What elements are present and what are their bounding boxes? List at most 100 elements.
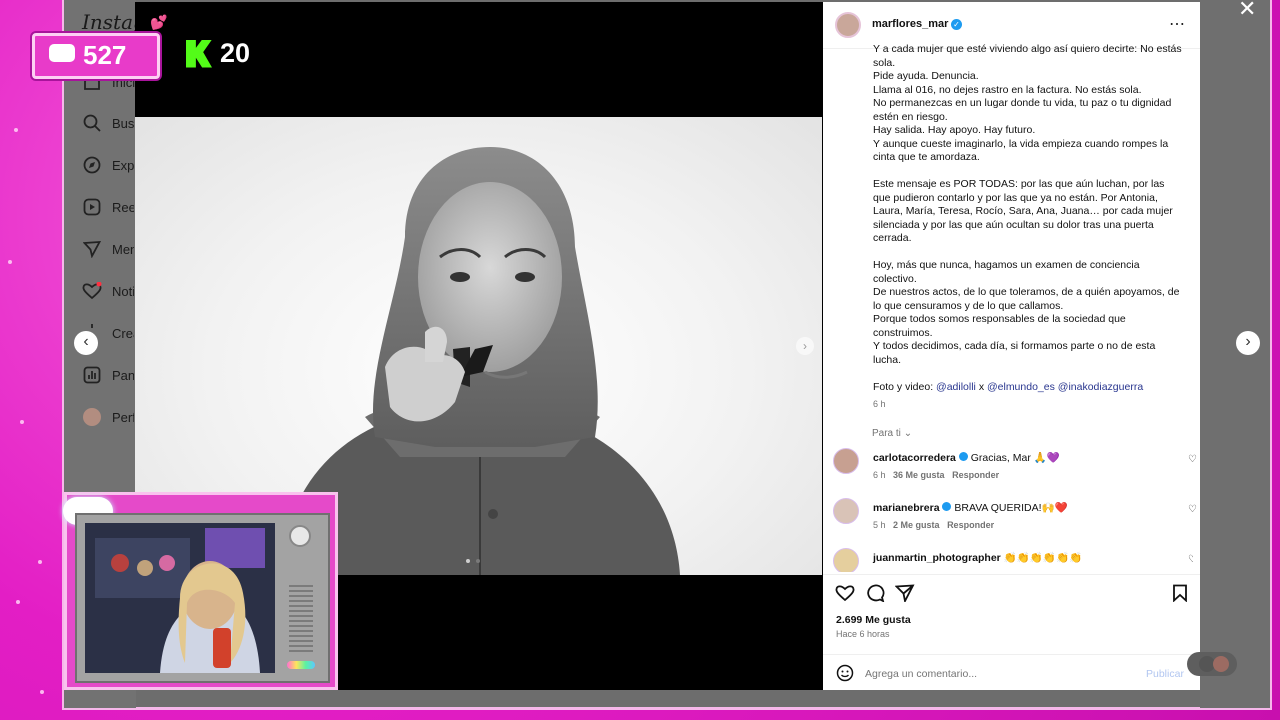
- tv-speaker: [289, 585, 313, 655]
- share-icon[interactable]: [894, 584, 915, 607]
- comment-username[interactable]: marianebrera: [873, 502, 940, 514]
- carousel-next-button[interactable]: ›: [1236, 331, 1260, 355]
- sidebar-item-dashboard[interactable]: Panel: [82, 365, 134, 385]
- post-date: Hace 6 horas: [836, 629, 890, 639]
- comment-icon[interactable]: [865, 584, 885, 607]
- post-time: 6 h: [873, 399, 886, 409]
- sidebar-item-label: Crear: [112, 325, 134, 341]
- streamer-webcam-image: [85, 523, 275, 673]
- heart-sticker: 💕: [150, 14, 168, 30]
- comment-likes[interactable]: 2 Me gusta: [893, 520, 940, 530]
- caption-line: Porque todos somos responsables de la so…: [873, 313, 1126, 339]
- verified-icon: ✓: [951, 19, 962, 30]
- tv-knob: [289, 525, 311, 547]
- tv-rainbow-light: [287, 661, 315, 669]
- like-comment-icon[interactable]: ♡: [1188, 554, 1193, 565]
- sidebar-item-profile[interactable]: Perfil: [82, 407, 134, 427]
- like-comment-icon[interactable]: ♡: [1188, 454, 1197, 465]
- comment-username[interactable]: carlotacorredera: [873, 452, 956, 464]
- comment-avatar[interactable]: [833, 548, 859, 572]
- kick-counter: 20: [186, 38, 250, 69]
- tv-body: [75, 513, 330, 683]
- mention-link[interactable]: @adilolli: [936, 381, 976, 393]
- comment-input[interactable]: [863, 664, 1117, 684]
- chat-count: 527: [83, 40, 127, 70]
- caption-line: Este mensaje es POR TODAS: por las que a…: [873, 178, 1173, 244]
- caption-line: Pide ayuda. Denuncia.: [873, 70, 979, 82]
- caption-line: Y todos decidimos, cada día, si formamos…: [873, 340, 1156, 366]
- messages-bubble[interactable]: [1187, 652, 1237, 676]
- sparkle: [14, 128, 18, 132]
- comment-item: juanmartin_photographer 👏👏👏👏👏👏 ♡: [833, 548, 1193, 572]
- dimmed-background: [1200, 0, 1270, 708]
- likes-count[interactable]: 2.699 Me gusta: [836, 614, 911, 626]
- comment-text: 👏👏👏👏👏👏: [1003, 552, 1083, 564]
- comment-text: BRAVA QUERIDA!🙌❤️: [954, 502, 1068, 514]
- sidebar-item-label: Panel: [112, 367, 134, 383]
- like-comment-icon[interactable]: ♡: [1188, 504, 1197, 515]
- reply-button[interactable]: Responder: [947, 520, 994, 530]
- close-icon[interactable]: ✕: [1238, 0, 1256, 22]
- avatar: [1213, 656, 1229, 672]
- comment-likes[interactable]: 36 Me gusta: [893, 470, 945, 480]
- for-you-filter[interactable]: Para ti ⌄: [872, 428, 912, 439]
- sparkle: [20, 420, 24, 424]
- compass-icon: [82, 155, 102, 175]
- caption-line: De nuestros actos, de lo que toleramos, …: [873, 286, 1180, 312]
- carousel-prev-button[interactable]: ‹: [74, 331, 98, 355]
- dashboard-icon: [82, 365, 102, 385]
- verified-icon: [958, 452, 968, 461]
- reels-icon: [82, 197, 102, 217]
- sparkle: [38, 560, 42, 564]
- sidebar-item-messages[interactable]: Mensajes: [82, 239, 134, 259]
- sidebar-item-notifications[interactable]: Notificaciones: [82, 281, 134, 301]
- caption-line: Hay salida. Hay apoyo. Hay futuro.: [873, 124, 1036, 136]
- sparkle: [40, 690, 44, 694]
- post-caption: Y a cada mujer que esté viviendo algo as…: [873, 43, 1183, 412]
- sparkle: [8, 260, 12, 264]
- messages-icon: [82, 239, 102, 259]
- save-icon[interactable]: [1172, 584, 1188, 607]
- sidebar-item-explore[interactable]: Explorar: [82, 155, 134, 175]
- carousel-next-inline[interactable]: ›: [796, 337, 814, 355]
- comment-avatar[interactable]: [833, 498, 859, 524]
- publish-button[interactable]: Publicar: [1146, 668, 1184, 680]
- comment-avatar[interactable]: [833, 448, 859, 474]
- mention-link[interactable]: @elmundo_es: [987, 381, 1055, 393]
- comment-bar: Publicar: [823, 654, 1200, 691]
- chat-bubble-icon: [49, 44, 75, 62]
- caption-credits: Foto y video: @adilolli x @elmundo_es @i…: [873, 381, 1183, 395]
- sidebar-item-label: Notificaciones: [112, 283, 134, 299]
- sparkle: [16, 600, 20, 604]
- comment-time: 6 h: [873, 470, 886, 480]
- comment-time: 5 h: [873, 520, 886, 530]
- credits-label: Foto y video:: [873, 380, 934, 393]
- sidebar-item-label: Mensajes: [112, 241, 134, 257]
- sidebar-item-label: Perfil: [112, 409, 134, 425]
- sidebar-item-reels[interactable]: Reels: [82, 197, 134, 217]
- profile-icon: [82, 407, 102, 427]
- author-avatar[interactable]: [835, 12, 861, 38]
- sidebar-item-label: Explorar: [112, 157, 134, 173]
- reply-button[interactable]: Responder: [952, 470, 999, 480]
- like-icon[interactable]: [835, 584, 855, 607]
- caption-line: Hoy, más que nunca, hagamos un examen de…: [873, 259, 1140, 285]
- search-icon: [82, 113, 102, 133]
- sidebar-item-search[interactable]: Busqueda: [82, 113, 134, 133]
- mention-link[interactable]: @inakodiazguerra: [1058, 381, 1143, 393]
- chat-counter-badge: 527: [32, 33, 160, 79]
- caption-line: [873, 367, 1183, 381]
- caption-line: Y a cada mujer que esté viviendo algo as…: [873, 43, 1182, 69]
- comment-username[interactable]: juanmartin_photographer: [873, 552, 1001, 564]
- verified-icon: [942, 502, 952, 511]
- for-you-label: Para ti: [872, 428, 901, 439]
- sidebar-item-label: Busqueda: [112, 115, 134, 131]
- more-options-icon[interactable]: ⋯: [1169, 14, 1186, 34]
- credits-separator: x: [978, 380, 985, 393]
- webcam-feed: [85, 523, 275, 673]
- caption-line: [873, 165, 1183, 179]
- emoji-icon[interactable]: [836, 664, 854, 687]
- author-username[interactable]: marflores_mar: [872, 18, 948, 30]
- comment-text: Gracias, Mar 🙏💜: [970, 452, 1060, 464]
- kick-count: 20: [220, 38, 251, 68]
